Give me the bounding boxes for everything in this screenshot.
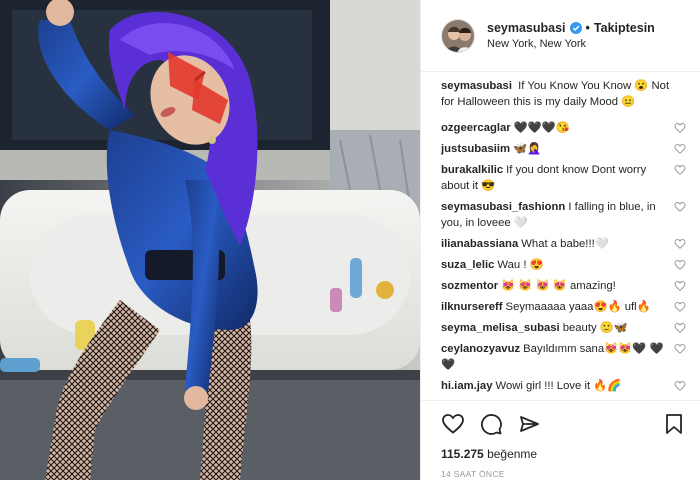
avatar-image bbox=[442, 19, 474, 52]
likes-number: 115.275 bbox=[441, 447, 484, 461]
comment-item: ilianabassiana What a babe!!!🤍 bbox=[441, 236, 686, 252]
comment-item: hi.iam.jay Wowi girl !!! Love it 🔥🌈 bbox=[441, 378, 686, 394]
follow-status-button[interactable]: Takiptesin bbox=[594, 20, 655, 37]
caption-author[interactable]: seymasubasi bbox=[441, 80, 512, 92]
comment-body: ilknursereff Seymaaaaa yaaa😍🔥 ufl🔥 bbox=[441, 299, 674, 315]
comment-like-heart-icon[interactable] bbox=[674, 238, 686, 250]
comment-text: Seymaaaaa yaaa😍🔥 ufl🔥 bbox=[505, 301, 651, 313]
comment-body: seymasubasi_fashionn I falling in blue, i… bbox=[441, 199, 674, 231]
comment-like-heart-icon[interactable] bbox=[674, 122, 686, 134]
comment-author[interactable]: ozgeercaglar bbox=[441, 122, 511, 134]
comment-author[interactable]: sozmentor bbox=[441, 280, 498, 292]
comment-item: seyma_melisa_subasi beauty 🙂🦋 bbox=[441, 320, 686, 336]
comment-body: ilianabassiana What a babe!!!🤍 bbox=[441, 236, 674, 252]
post-actions: 115.275 beğenme 14 SAAT ÖNCE bbox=[421, 400, 700, 479]
action-icons bbox=[441, 411, 686, 437]
comment-author[interactable]: suza_lelic bbox=[441, 259, 494, 271]
share-icon[interactable] bbox=[517, 412, 541, 436]
heart-icon[interactable] bbox=[441, 412, 465, 436]
comment-text: 😻 😻 😻 😻 amazing! bbox=[501, 280, 616, 292]
comment-text: Wowi girl !!! Love it 🔥🌈 bbox=[495, 380, 622, 392]
likes-label: beğenme bbox=[487, 447, 538, 461]
comment-text: What a babe!!!🤍 bbox=[521, 238, 609, 250]
comment-author[interactable]: burakalkilic bbox=[441, 164, 503, 176]
comment-text: 🖤🖤🖤😘 bbox=[513, 122, 570, 134]
comment-like-heart-icon[interactable] bbox=[674, 380, 686, 392]
comment-body: suza_lelic Wau ! 😍 bbox=[441, 257, 674, 273]
avatar[interactable] bbox=[441, 18, 475, 53]
post-username[interactable]: seymasubasi bbox=[487, 20, 566, 37]
comment-author[interactable]: ilknursereff bbox=[441, 301, 503, 313]
comment-body: burakalkilic If you dont know Dont worry … bbox=[441, 162, 674, 194]
comment-like-heart-icon[interactable] bbox=[674, 301, 686, 313]
comment-item: burakalkilic If you dont know Dont worry … bbox=[441, 162, 686, 194]
comment-author[interactable]: justsubasiim bbox=[441, 143, 510, 155]
bookmark-icon[interactable] bbox=[662, 412, 686, 436]
likes-count[interactable]: 115.275 beğenme bbox=[441, 447, 686, 461]
comment-author[interactable]: hi.iam.jay bbox=[441, 380, 493, 392]
comment-item: sozmentor 😻 😻 😻 😻 amazing! bbox=[441, 278, 686, 294]
comment-item: ceylanozyavuz Bayıldımm sana😻😻🖤 🖤🖤 bbox=[441, 341, 686, 373]
separator-dot: • bbox=[585, 20, 590, 35]
comment-item: suza_lelic Wau ! 😍 bbox=[441, 257, 686, 273]
comment-text: 🦋🤦‍♀️ bbox=[513, 143, 542, 155]
comment-item: seymasubasi_fashionn I falling in blue, i… bbox=[441, 199, 686, 231]
comment-like-heart-icon[interactable] bbox=[674, 280, 686, 292]
comment-like-heart-icon[interactable] bbox=[674, 164, 686, 176]
comment-author[interactable]: seymasubasi_fashionn bbox=[441, 201, 565, 213]
comment-body: ozgeercaglar 🖤🖤🖤😘 bbox=[441, 120, 674, 136]
comment-like-heart-icon[interactable] bbox=[674, 259, 686, 271]
comments-list[interactable]: seymasubasi If You Know You Know 😮 Not f… bbox=[441, 78, 686, 400]
comment-body: ceylanozyavuz Bayıldımm sana😻😻🖤 🖤🖤 bbox=[441, 341, 674, 373]
comment-author[interactable]: seyma_melisa_subasi bbox=[441, 322, 560, 334]
comment-body: justsubasiim 🦋🤦‍♀️ bbox=[441, 141, 674, 157]
comment-like-heart-icon[interactable] bbox=[674, 343, 686, 355]
post-location[interactable]: New York, New York bbox=[487, 37, 655, 52]
post-caption: seymasubasi If You Know You Know 😮 Not f… bbox=[441, 78, 686, 110]
comment-like-heart-icon[interactable] bbox=[674, 322, 686, 334]
post-timestamp: 14 SAAT ÖNCE bbox=[441, 469, 505, 479]
verified-badge-icon bbox=[569, 22, 582, 35]
comment-body: sozmentor 😻 😻 😻 😻 amazing! bbox=[441, 278, 674, 294]
comment-item: justsubasiim 🦋🤦‍♀️ bbox=[441, 141, 686, 157]
post-header: seymasubasi • Takiptesin New York, New Y… bbox=[421, 0, 700, 72]
comment-icon[interactable] bbox=[479, 412, 503, 436]
comment-text: Wau ! 😍 bbox=[497, 259, 544, 271]
post-photo[interactable] bbox=[0, 0, 420, 480]
comment-body: seyma_melisa_subasi beauty 🙂🦋 bbox=[441, 320, 674, 336]
comment-author[interactable]: ceylanozyavuz bbox=[441, 343, 520, 355]
photo-illustration bbox=[0, 0, 420, 480]
comment-author[interactable]: ilianabassiana bbox=[441, 238, 518, 250]
post-owner-info: seymasubasi • Takiptesin New York, New Y… bbox=[487, 20, 655, 52]
comment-like-heart-icon[interactable] bbox=[674, 143, 686, 155]
comment-item: ilknursereff Seymaaaaa yaaa😍🔥 ufl🔥 bbox=[441, 299, 686, 315]
comment-text: beauty 🙂🦋 bbox=[562, 322, 628, 334]
post-side-panel: seymasubasi • Takiptesin New York, New Y… bbox=[420, 0, 700, 480]
comment-body: hi.iam.jay Wowi girl !!! Love it 🔥🌈 bbox=[441, 378, 674, 394]
comment-like-heart-icon[interactable] bbox=[674, 201, 686, 213]
comment-item: ozgeercaglar 🖤🖤🖤😘 bbox=[441, 120, 686, 136]
